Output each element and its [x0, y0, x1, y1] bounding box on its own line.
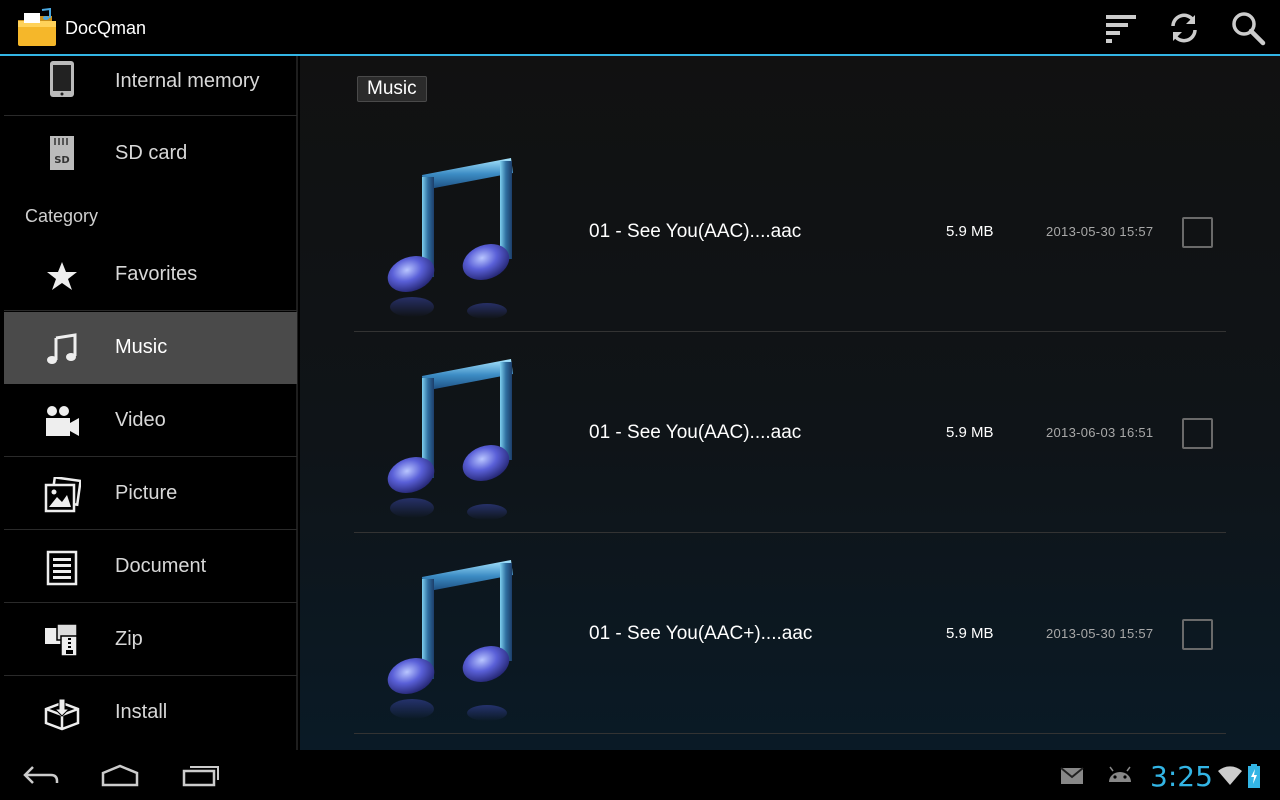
sd-card-icon: SD: [42, 136, 82, 170]
music-file-icon: [386, 354, 521, 524]
sidebar-item-label: Document: [115, 555, 207, 577]
android-debug-icon[interactable]: [1106, 764, 1134, 788]
wifi-icon: [1216, 764, 1244, 788]
file-list-pane: Music 01 - See You(AAC)....aac 5.9 MB 20…: [300, 56, 1280, 750]
sidebar-item-internal-memory[interactable]: Internal memory: [4, 46, 297, 116]
video-camera-icon: [42, 405, 82, 439]
folder-music-app-icon[interactable]: [16, 7, 58, 48]
battery-charging-icon: [1242, 764, 1266, 788]
status-clock: 3:25: [1150, 760, 1213, 793]
recent-apps-icon: [182, 766, 219, 787]
sidebar-item-music[interactable]: Music: [4, 312, 297, 384]
search-button[interactable]: [1226, 6, 1270, 50]
music-note-icon: [42, 332, 82, 366]
sidebar-item-sd-card[interactable]: SD SD card: [4, 116, 297, 188]
category-header: Category: [25, 206, 99, 226]
file-row[interactable]: 01 - See You(AAC)....aac 5.9 MB 2013-06-…: [354, 332, 1226, 533]
refresh-icon: [1171, 13, 1197, 43]
home-icon: [101, 764, 139, 787]
phone-icon: [42, 61, 82, 97]
music-file-icon: [386, 555, 521, 725]
music-file-icon: [386, 153, 521, 323]
file-size: 5.9 MB: [946, 625, 994, 642]
sidebar-item-label: Picture: [115, 482, 178, 504]
breadcrumb[interactable]: Music: [357, 76, 427, 102]
file-row[interactable]: 01 - See You(AAC)....aac 5.9 MB 2013-05-…: [354, 131, 1226, 332]
sidebar-item-document[interactable]: Document: [4, 531, 297, 603]
star-icon: [42, 259, 82, 293]
zip-icon: [42, 623, 82, 658]
file-name: 01 - See You(AAC)....aac: [589, 422, 802, 443]
home-button[interactable]: [95, 760, 145, 790]
file-date: 2013-05-30 15:57: [1046, 224, 1154, 239]
system-nav-bar: [0, 750, 1280, 800]
select-checkbox[interactable]: [1182, 217, 1213, 248]
sidebar-item-label: Install: [115, 701, 168, 723]
refresh-button[interactable]: [1162, 6, 1206, 50]
sidebar-item-picture[interactable]: Picture: [4, 458, 297, 530]
sidebar-item-zip[interactable]: Zip: [4, 604, 297, 676]
sidebar-item-install[interactable]: Install: [4, 677, 297, 749]
sidebar-item-label: Music: [115, 336, 168, 358]
recent-apps-button[interactable]: [176, 760, 226, 790]
back-icon: [23, 766, 59, 784]
select-checkbox[interactable]: [1182, 619, 1213, 650]
app-title: DocQman: [65, 18, 147, 38]
sort-icon: [1106, 15, 1136, 43]
install-icon: [42, 697, 82, 731]
picture-icon: [42, 477, 82, 513]
file-date: 2013-05-30 15:57: [1046, 626, 1154, 641]
sidebar: Internal memory SD SD card Category Favo…: [0, 56, 298, 750]
gmail-notification-icon[interactable]: [1058, 764, 1086, 788]
file-name: 01 - See You(AAC)....aac: [589, 221, 802, 242]
select-checkbox[interactable]: [1182, 418, 1213, 449]
search-icon: [1232, 12, 1266, 46]
sidebar-item-label: Internal memory: [115, 70, 260, 92]
file-size: 5.9 MB: [946, 223, 994, 240]
document-icon: [42, 550, 82, 586]
sort-button[interactable]: [1098, 6, 1142, 50]
file-row[interactable]: 01 - See You(AAC+)....aac 5.9 MB 2013-05…: [354, 533, 1226, 734]
sidebar-item-label: Zip: [115, 628, 143, 650]
back-button[interactable]: [16, 760, 66, 790]
sidebar-item-label: Favorites: [115, 263, 198, 285]
svg-text:SD: SD: [54, 155, 70, 166]
file-date: 2013-06-03 16:51: [1046, 425, 1154, 440]
sidebar-item-video[interactable]: Video: [4, 385, 297, 457]
file-name: 01 - See You(AAC+)....aac: [589, 623, 813, 644]
sidebar-item-label: SD card: [115, 142, 188, 164]
file-size: 5.9 MB: [946, 424, 994, 441]
sidebar-item-label: Video: [115, 409, 166, 431]
sidebar-item-favorites[interactable]: Favorites: [4, 239, 297, 311]
